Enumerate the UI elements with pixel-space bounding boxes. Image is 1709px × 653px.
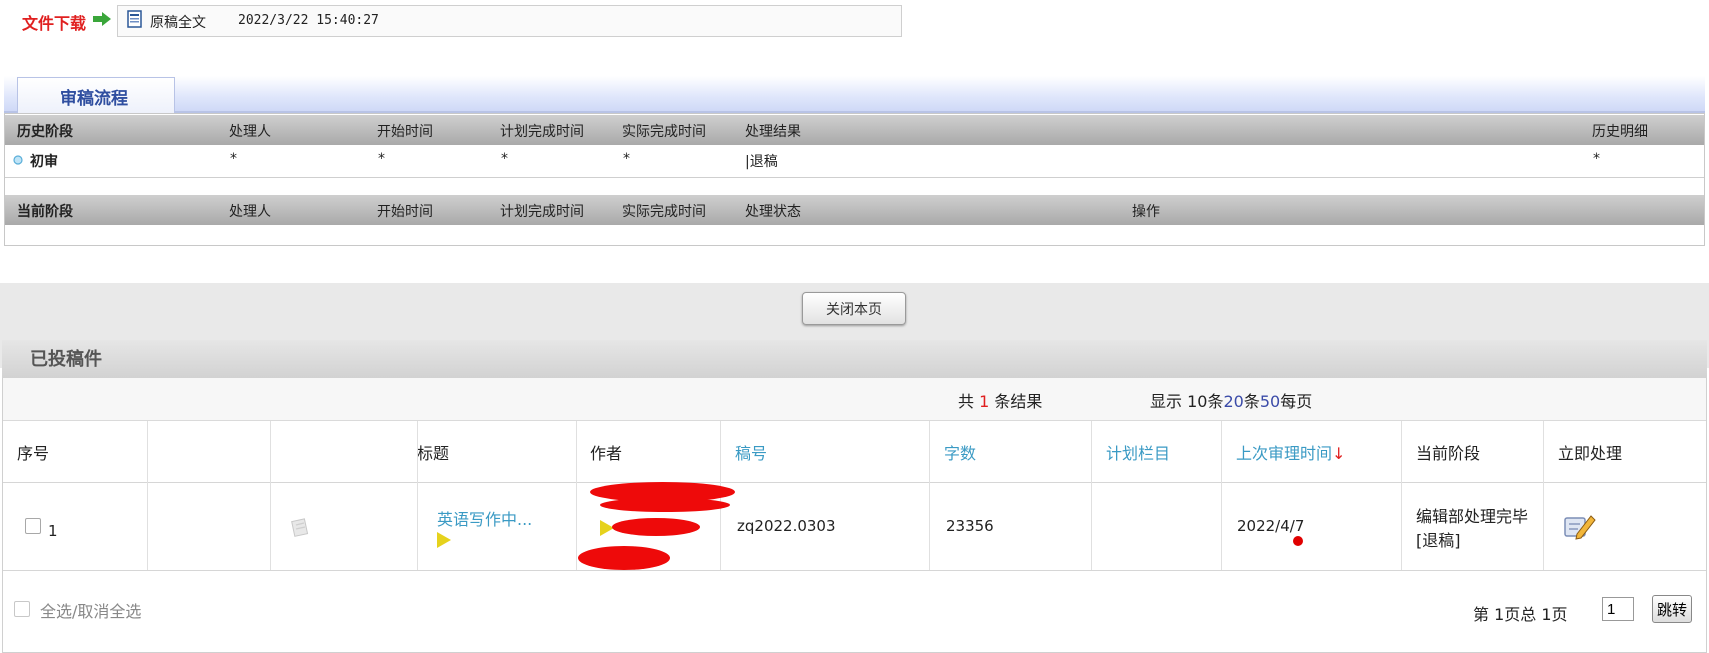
history-start-header: 开始时间 xyxy=(377,124,433,140)
original-manuscript-link[interactable]: 原稿全文 xyxy=(150,12,206,32)
edit-process-icon[interactable] xyxy=(1563,512,1597,542)
row-stage: 编辑部处理完毕[退稿] xyxy=(1416,507,1529,550)
row-title-link[interactable]: 英语写作中... xyxy=(437,506,532,530)
history-stage-header: 历史阶段 xyxy=(17,124,73,140)
history-detail-header: 历史明细 xyxy=(1592,124,1648,140)
results-count: 共 1 条结果 xyxy=(958,392,1043,411)
col-last-review-header[interactable]: 上次审理时间↓ xyxy=(1236,440,1345,464)
col-planned-column-header[interactable]: 计划栏目 xyxy=(1106,440,1170,464)
history-start-value: * xyxy=(378,151,385,167)
current-planned-header: 计划完成时间 xyxy=(500,204,584,220)
history-detail-value[interactable]: * xyxy=(1593,151,1600,167)
review-flow-tabbar xyxy=(4,76,1705,113)
current-status-header: 处理状态 xyxy=(745,204,801,220)
page-size-20-link[interactable]: 20 xyxy=(1223,392,1243,411)
redaction-mark xyxy=(612,518,700,536)
history-handler-value: * xyxy=(230,151,237,167)
col-title-header: 标题 xyxy=(417,444,450,463)
row-divider xyxy=(5,177,1704,178)
page-size-selector: 显示 10条20条50每页 xyxy=(1150,392,1313,411)
note-icon[interactable] xyxy=(290,517,310,537)
col-action-header: 立即处理 xyxy=(1558,444,1623,463)
table-footer xyxy=(3,575,1706,635)
history-planned-value: * xyxy=(501,151,508,167)
file-download-label: 文件下载 xyxy=(22,14,87,33)
col-manuscript-no-header[interactable]: 稿号 xyxy=(735,440,767,464)
col-stage-header: 当前阶段 xyxy=(1416,444,1481,463)
submitted-header xyxy=(2,340,1707,378)
history-actual-header: 实际完成时间 xyxy=(622,124,706,140)
current-actual-header: 实际完成时间 xyxy=(622,204,706,220)
col-word-count-header[interactable]: 字数 xyxy=(944,440,976,464)
history-planned-header: 计划完成时间 xyxy=(500,124,584,140)
file-timestamp: 2022/3/22 15:40:27 xyxy=(238,13,379,28)
redaction-mark xyxy=(578,546,670,570)
download-box xyxy=(117,5,902,37)
current-action-header: 操作 xyxy=(1132,204,1160,220)
word-document-icon[interactable] xyxy=(127,10,143,28)
submitted-title: 已投稿件 xyxy=(30,349,102,370)
col-index-header: 序号 xyxy=(17,444,50,463)
history-stage-value: 初审 xyxy=(30,154,58,170)
circle-bullet-icon xyxy=(13,155,23,165)
row-word-count: 23356 xyxy=(946,517,994,535)
select-all-label[interactable]: 全选/取消全选 xyxy=(40,598,141,622)
current-stage-header: 当前阶段 xyxy=(17,204,73,220)
history-handler-header: 处理人 xyxy=(229,124,271,140)
history-result-header: 处理结果 xyxy=(745,124,801,140)
pointer-triangle-icon xyxy=(437,532,451,548)
row-last-review-date: 2022/4/7 xyxy=(1237,517,1305,535)
arrow-right-icon xyxy=(93,12,111,26)
row-manuscript-no: zq2022.0303 xyxy=(737,517,836,535)
history-result-value: |退稿 xyxy=(745,154,778,170)
tab-review-flow-label: 审稿流程 xyxy=(60,89,128,109)
row-index: 1 xyxy=(48,522,58,540)
page-number-input[interactable] xyxy=(1602,597,1634,621)
row-checkbox[interactable] xyxy=(25,518,41,534)
select-all-checkbox[interactable] xyxy=(14,601,30,617)
page-size-50-link[interactable]: 50 xyxy=(1260,392,1280,411)
jump-button[interactable]: 跳转 xyxy=(1652,595,1692,623)
current-start-header: 开始时间 xyxy=(377,204,433,220)
close-page-button[interactable]: 关闭本页 xyxy=(802,292,906,325)
results-info-row xyxy=(3,378,1706,421)
redaction-mark xyxy=(600,498,730,512)
alert-dot-icon xyxy=(1293,536,1303,546)
history-actual-value: * xyxy=(623,151,630,167)
col-author-header: 作者 xyxy=(590,444,623,463)
pagination-info: 第 1页总 1页 xyxy=(1473,605,1568,624)
current-handler-header: 处理人 xyxy=(229,204,271,220)
